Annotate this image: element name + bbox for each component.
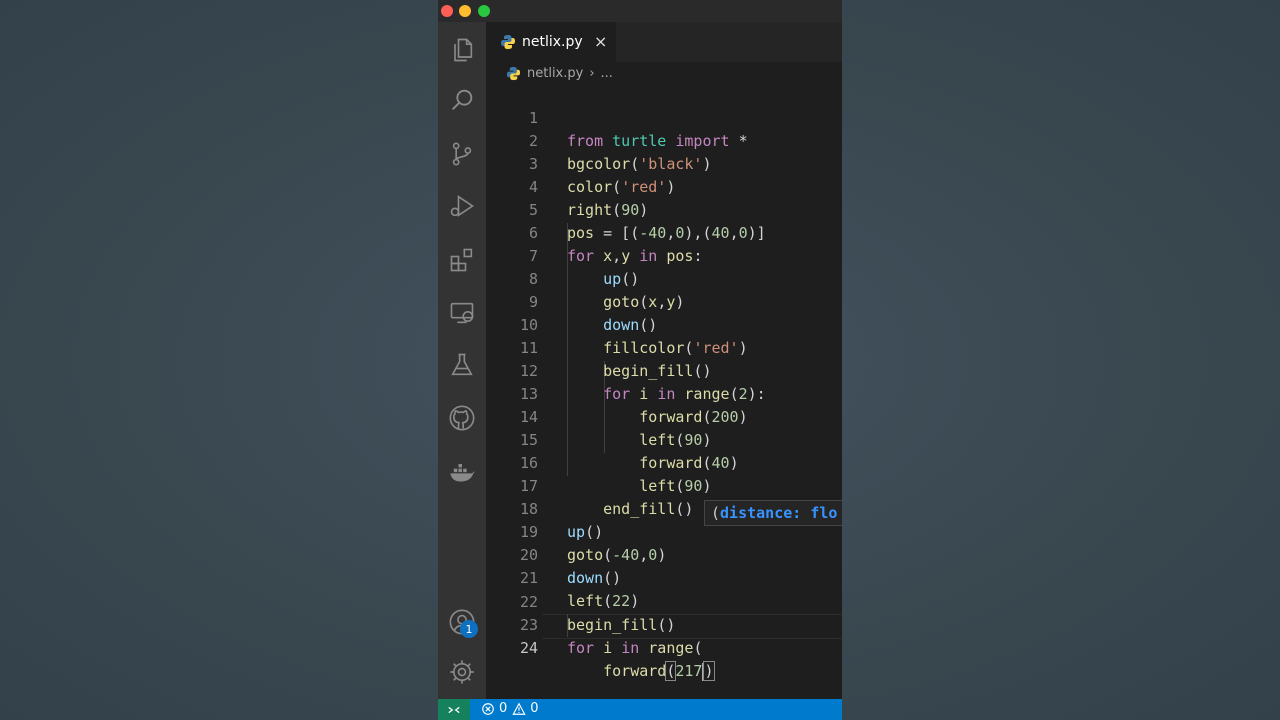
- tab-bar: netlix.py ×: [486, 22, 842, 62]
- code-line: 14 left(90): [486, 383, 842, 449]
- tab-label: netlix.py: [522, 34, 583, 50]
- code-text: forward(217): [603, 661, 715, 681]
- close-window-button[interactable]: [441, 5, 453, 17]
- code-line: 7 up(): [486, 222, 842, 288]
- breadcrumb: netlix.py › ...: [486, 62, 842, 84]
- tab-netlix-py[interactable]: netlix.py ×: [486, 22, 616, 62]
- code-line: 1 from turtle import *: [486, 84, 842, 150]
- zoom-window-button[interactable]: [478, 5, 490, 17]
- remote-indicator[interactable]: [438, 699, 470, 720]
- python-file-icon: [501, 35, 515, 49]
- accounts-badge: 1: [460, 620, 478, 638]
- run-debug-icon[interactable]: [446, 190, 478, 222]
- code-line: 2 bgcolor('black'): [486, 107, 842, 173]
- breadcrumb-separator: ›: [589, 65, 595, 81]
- problems-indicator[interactable]: 0 0: [481, 701, 539, 716]
- close-tab-icon[interactable]: ×: [594, 32, 607, 51]
- code-line: 24 forward(217): [486, 614, 842, 681]
- code-line: 3 color('red'): [486, 130, 842, 196]
- vscode-window: 1 netlix.py × netlix.py › ... 1 from tur…: [438, 0, 842, 720]
- files-icon[interactable]: [446, 34, 478, 66]
- code-line: 11 begin_fill(): [486, 314, 842, 380]
- code-line: 15 forward(40): [486, 406, 842, 472]
- code-line: 10 fillcolor('red'): [486, 291, 842, 357]
- breadcrumb-symbols[interactable]: ...: [601, 66, 613, 81]
- code-line: 6 for x,y in pos:: [486, 199, 842, 265]
- source-control-icon[interactable]: [446, 138, 478, 170]
- gear-icon[interactable]: [446, 656, 478, 688]
- code-line: 9 down(): [486, 268, 842, 334]
- status-bar: 0 0: [438, 699, 842, 720]
- hint-open-paren: (: [711, 504, 721, 522]
- minimize-window-button[interactable]: [459, 5, 471, 17]
- title-bar: [438, 0, 842, 22]
- error-count: 0: [499, 701, 508, 716]
- activity-bar: 1: [438, 22, 486, 699]
- code-line: 12 for i in range(2):: [486, 337, 842, 403]
- code-line: 13 forward(200): [486, 360, 842, 426]
- code-line: 22 begin_fill(): [486, 568, 842, 634]
- code-line: 16 left(90): [486, 429, 842, 495]
- warning-count: 0: [530, 701, 539, 716]
- github-icon[interactable]: [446, 402, 478, 434]
- code-line: 21 left(22): [486, 544, 842, 610]
- python-file-icon: [506, 66, 521, 80]
- code-line: 5 pos = [(-40,0),(40,0)]: [486, 176, 842, 242]
- warning-icon: [512, 702, 526, 715]
- error-icon: [482, 702, 494, 715]
- code-editor[interactable]: 1 from turtle import * 2 bgcolor('black'…: [486, 84, 842, 699]
- code-line: 18 up(): [486, 475, 842, 541]
- parameter-hint-popup: (distance: flo: [704, 500, 842, 526]
- code-line: 8 goto(x,y): [486, 245, 842, 311]
- code-line: 17 end_fill(): [486, 452, 842, 518]
- line-number: 24: [519, 639, 538, 657]
- remote-icon: [448, 706, 460, 713]
- code-line: 4 right(90): [486, 153, 842, 219]
- hint-parameter: distance: flo: [720, 504, 838, 522]
- testing-icon[interactable]: [446, 349, 478, 381]
- code-line: 23 for i in range(: [486, 591, 842, 657]
- remote-explorer-icon[interactable]: [446, 297, 478, 329]
- breadcrumb-file[interactable]: netlix.py: [527, 66, 583, 81]
- extensions-icon[interactable]: [446, 244, 478, 276]
- search-icon[interactable]: [446, 84, 478, 116]
- code-text: for i in range(: [567, 639, 703, 657]
- docker-icon[interactable]: [446, 455, 478, 487]
